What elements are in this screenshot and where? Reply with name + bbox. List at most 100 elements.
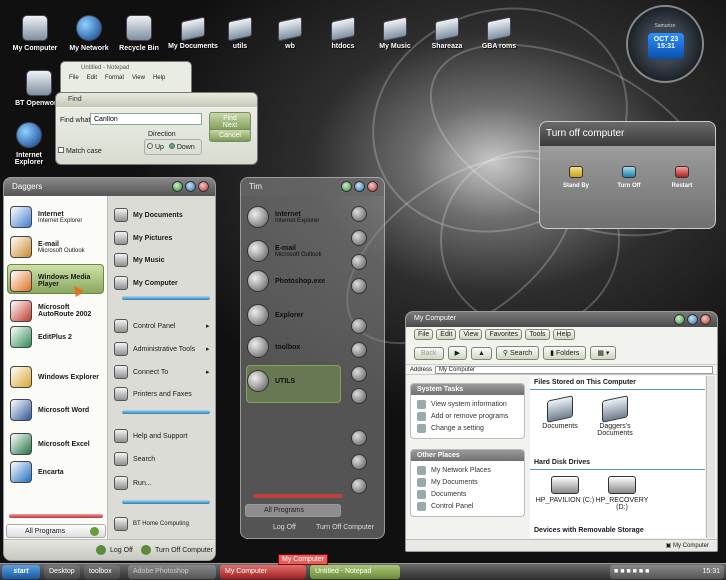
start-menu[interactable]: Daggers Internet Internet Explorer E-mail M… (3, 177, 216, 561)
toolbox-toolbar[interactable]: toolbox (84, 565, 120, 579)
start-right-help-and-support[interactable]: Help and Support (114, 429, 187, 443)
system-tasks-header[interactable]: System Tasks (411, 384, 524, 395)
taskbar-button-notepad[interactable]: Untitled - Notepad (310, 565, 400, 579)
find-cancel-button[interactable]: Cancel (209, 129, 251, 142)
start-item-microsoft-word[interactable]: Microsoft Word (10, 399, 106, 421)
up-folder-button[interactable]: ▲ (470, 346, 492, 360)
start-button[interactable]: start (2, 565, 40, 579)
menu-view[interactable]: View (459, 329, 483, 340)
menu-format[interactable]: Format (105, 75, 124, 81)
task-link-view-system-information[interactable]: View system information (417, 400, 518, 409)
minimize-button[interactable] (674, 314, 685, 325)
ghost-item-explorer[interactable]: Explorer (247, 304, 303, 326)
ghost-shortcut-icon[interactable] (351, 454, 367, 470)
turn-off-dialog[interactable]: Turn off computer Stand By Turn Off Rest… (539, 121, 716, 229)
task-link-documents[interactable]: Documents (417, 490, 518, 499)
start-item-windows-media-player[interactable]: Windows Media Player (10, 270, 106, 292)
up-radio[interactable]: Up (147, 143, 164, 151)
search-button[interactable]: ⚲ Search (495, 346, 540, 360)
start-item-encarta[interactable]: Encarta (10, 461, 106, 483)
desktop-icon-gba-roms[interactable]: GBA roms (464, 15, 534, 50)
start-item-microsoft-autoroute-2002[interactable]: Microsoft AutoRoute 2002 (10, 300, 106, 322)
explorer-scrollbar[interactable] (706, 376, 715, 538)
start-item-internet[interactable]: Internet Internet Explorer (10, 206, 106, 228)
menu-view[interactable]: View (132, 75, 145, 81)
forward-button[interactable]: ▶ (447, 346, 467, 360)
menu-edit[interactable]: Edit (87, 75, 97, 81)
menu-help[interactable]: Help (552, 329, 575, 340)
ghost-shortcut-icon[interactable] (351, 230, 367, 246)
log-off-button[interactable]: Log Off (96, 545, 133, 555)
task-link-my-network-places[interactable]: My Network Places (417, 466, 518, 475)
views-button[interactable]: ▦ ▾ (590, 346, 617, 360)
menu-help[interactable]: Help (153, 75, 165, 81)
taskbar-button-my-computer[interactable]: My Computer (220, 565, 306, 579)
ghost-start-menu[interactable]: Tim Internet Internet Explorer E-mail Micro… (240, 177, 385, 539)
menu-file[interactable]: File (69, 75, 79, 81)
ghost-all-programs[interactable]: All Programs (245, 504, 341, 517)
back-button[interactable]: Back (414, 346, 444, 360)
desktop-toolbar[interactable]: Desktop (44, 565, 80, 579)
turn-off-button[interactable]: Turn Off (607, 166, 651, 189)
start-right-run-[interactable]: Run... (114, 476, 152, 490)
start-item-microsoft-excel[interactable]: Microsoft Excel (10, 433, 106, 455)
ghost-shortcut-icon[interactable] (351, 206, 367, 222)
ghost-item-photoshop-exe[interactable]: Photoshop.exe (247, 270, 325, 292)
ghost-item-utils[interactable]: UTILS (247, 370, 295, 392)
ghost-shortcut-icon[interactable] (351, 388, 367, 404)
start-right-bt-home-computing[interactable]: BT Home Computing (114, 517, 189, 531)
ghost-log-off[interactable]: Log Off (273, 524, 296, 531)
menu-tools[interactable]: Tools (525, 329, 550, 340)
menu-edit[interactable]: Edit (436, 329, 457, 340)
stand-by-button[interactable]: Stand By (554, 166, 598, 189)
match-case-checkbox[interactable]: Match case (58, 147, 102, 155)
ghost-shortcut-icon[interactable] (351, 430, 367, 446)
drive-d[interactable]: HP_RECOVERY (D:) (592, 476, 652, 511)
task-link-my-documents[interactable]: My Documents (417, 478, 518, 487)
find-input[interactable] (90, 113, 202, 125)
ghost-item-e-mail[interactable]: E-mail Microsoft Outlook (247, 240, 322, 262)
address-field[interactable]: My Computer (435, 365, 713, 374)
start-right-my-pictures[interactable]: My Pictures (114, 231, 172, 245)
close-button[interactable] (700, 314, 711, 325)
ghost-turn-off[interactable]: Turn Off Computer (316, 524, 374, 531)
ghost-shortcut-icon[interactable] (351, 478, 367, 494)
start-item-editplus-2[interactable]: EditPlus 2 (10, 326, 106, 348)
maximize-button[interactable] (687, 314, 698, 325)
folders-button[interactable]: ▮ Folders (543, 346, 587, 360)
drive-c[interactable]: HP_PAVILION (C:) (535, 476, 595, 504)
start-right-my-documents[interactable]: My Documents (114, 208, 183, 222)
start-right-printers-and-faxes[interactable]: Printers and Faxes (114, 387, 192, 401)
all-programs-button[interactable]: All Programs (6, 524, 106, 538)
down-radio[interactable]: Down (168, 143, 195, 151)
start-right-connect-to[interactable]: Connect To ▸ (114, 365, 210, 379)
taskbar-button-photoshop[interactable]: Adobe Photoshop (128, 565, 216, 579)
start-right-my-music[interactable]: My Music (114, 253, 165, 267)
task-link-add-or-remove-programs[interactable]: Add or remove programs (417, 412, 518, 421)
other-places-header[interactable]: Other Places (411, 450, 524, 461)
ghost-shortcut-icon[interactable] (351, 278, 367, 294)
menu-favorites[interactable]: Favorites (485, 329, 523, 340)
ghost-shortcut-icon[interactable] (351, 254, 367, 270)
daggers-documents-folder[interactable]: Daggers's Documents (585, 395, 645, 437)
start-right-search[interactable]: Search (114, 452, 155, 466)
ghost-item-internet[interactable]: Internet Internet Explorer (247, 206, 319, 228)
ghost-shortcut-icon[interactable] (351, 318, 367, 334)
ghost-shortcut-icon[interactable] (351, 342, 367, 358)
menu-file[interactable]: File (414, 329, 434, 340)
start-right-my-computer[interactable]: My Computer (114, 276, 178, 290)
start-right-administrative-tools[interactable]: Administrative Tools ▸ (114, 342, 210, 356)
find-dialog[interactable]: Find Find what: Find Next Cancel Directi… (55, 92, 258, 165)
start-item-windows-explorer[interactable]: Windows Explorer (10, 366, 106, 388)
task-link-change-a-setting[interactable]: Change a setting (417, 424, 518, 433)
ghost-item-toolbox[interactable]: toolbox (247, 336, 300, 358)
task-link-control-panel[interactable]: Control Panel (417, 502, 518, 511)
start-right-control-panel[interactable]: Control Panel ▸ (114, 319, 210, 333)
ghost-shortcut-icon[interactable] (351, 366, 367, 382)
tray-icons[interactable]: ■■■■■■ (614, 568, 651, 575)
documents-folder[interactable]: Documents (530, 395, 590, 430)
start-item-e-mail[interactable]: E-mail Microsoft Outlook (10, 236, 106, 258)
turn-off-computer-button[interactable]: Turn Off Computer (141, 545, 213, 555)
my-computer-window[interactable]: My Computer File Edit View Favorites Too… (405, 311, 718, 552)
restart-button[interactable]: Restart (660, 166, 704, 189)
